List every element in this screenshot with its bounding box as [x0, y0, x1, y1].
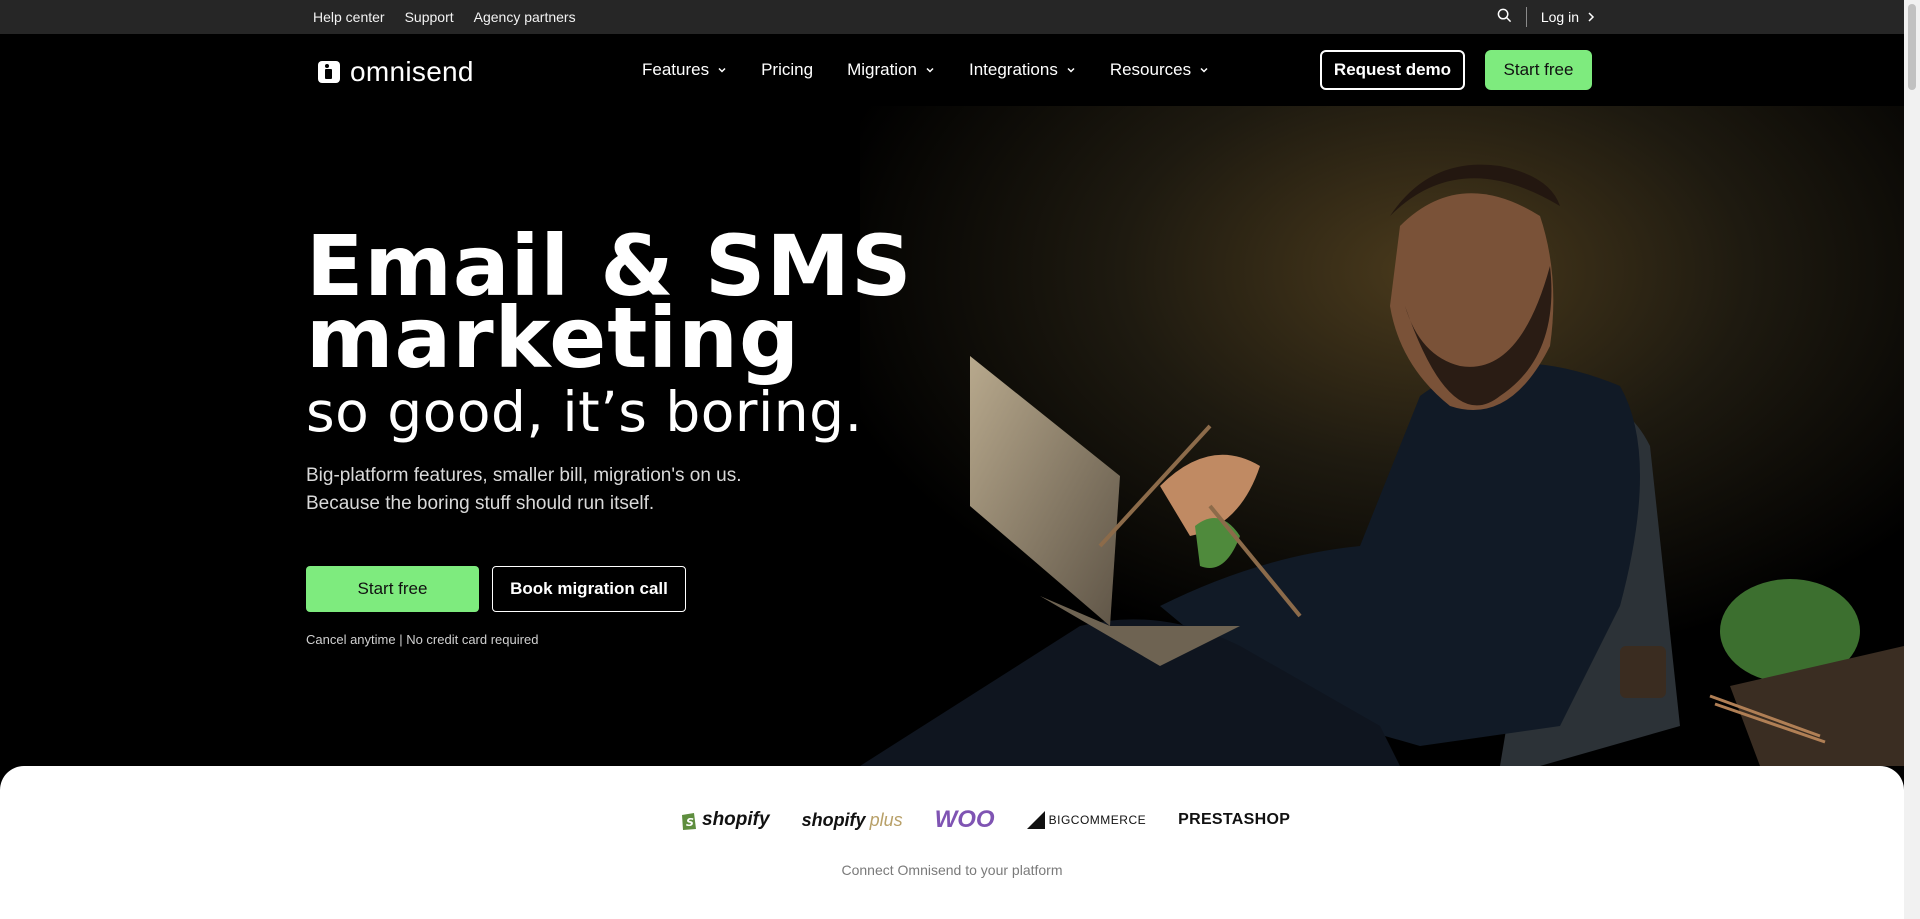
hero-subheadline: so good, it’s boring. — [306, 380, 863, 444]
request-demo-button[interactable]: Request demo — [1320, 50, 1465, 90]
nav-label: Integrations — [968, 60, 1058, 79]
login-label: Log in — [1540, 9, 1579, 25]
chevron-down-icon — [718, 67, 726, 73]
description-line-1: Big-platform features, smaller bill, mig… — [306, 465, 742, 486]
chevron-down-icon — [1067, 67, 1075, 73]
nav-item-features[interactable]: Features — [642, 60, 727, 80]
hero-headline: Email & SMS marketing — [306, 224, 913, 380]
nav-menu: Features Pricing Migration Integrations … — [642, 34, 1209, 106]
shopify-bag-icon: S — [682, 813, 696, 830]
hero-photo-man-knitting — [860, 106, 1904, 766]
omnisend-logo-icon — [318, 61, 340, 83]
platform-logos: S shopify shopify plus WOO BIGCOMMERCE PR… — [680, 806, 1290, 834]
shopify-plus-logo: shopify plus — [802, 810, 903, 831]
cta-note: Cancel anytime | No credit card required — [306, 632, 539, 647]
nav-label: Features — [642, 60, 710, 79]
utility-bar: Help center Support Agency partners Log … — [0, 0, 1904, 34]
hero-description: Big-platform features, smaller bill, mig… — [306, 462, 826, 518]
divider — [1525, 7, 1527, 27]
platforms-section: S shopify shopify plus WOO BIGCOMMERCE PR… — [0, 766, 1904, 919]
prestashop-logo: PRESTASHOP — [1178, 811, 1291, 828]
nav-item-integrations[interactable]: Integrations — [969, 60, 1076, 80]
brand-name: omnisend — [350, 56, 474, 87]
utility-links: Help center Support Agency partners — [313, 0, 576, 34]
book-migration-call-button[interactable]: Book migration call — [492, 566, 686, 612]
nav-label: Resources — [1109, 60, 1192, 79]
nav-item-pricing[interactable]: Pricing — [761, 60, 813, 80]
help-center-link[interactable]: Help center — [313, 9, 385, 25]
chevron-down-icon — [1200, 67, 1208, 73]
start-free-button[interactable]: Start free — [306, 566, 479, 612]
bigcommerce-icon — [1026, 811, 1045, 829]
omnisend-logo[interactable]: omnisend — [318, 56, 474, 88]
shopify-logo: S shopify — [680, 809, 770, 831]
shopify-logo-text: shopify — [702, 809, 770, 830]
plus-text: plus — [869, 809, 903, 830]
nav-label: Pricing — [761, 60, 814, 79]
page-scrollbar[interactable] — [1904, 0, 1920, 919]
nav-label: Migration — [847, 60, 917, 79]
chevron-right-icon — [1588, 12, 1595, 22]
main-nav: omnisend Features Pricing Migration Inte… — [0, 34, 1904, 106]
agency-partners-link[interactable]: Agency partners — [474, 9, 576, 25]
bigcommerce-text: BIGCOMMERCE — [1048, 813, 1147, 827]
utility-right: Log in — [1497, 0, 1595, 34]
platforms-caption: Connect Omnisend to your platform — [841, 862, 1063, 878]
chevron-down-icon — [926, 67, 934, 73]
start-free-nav-button[interactable]: Start free — [1485, 50, 1592, 90]
scrollbar-thumb[interactable] — [1908, 4, 1916, 90]
description-line-2: Because the boring stuff should run itse… — [306, 493, 655, 514]
shopify-plus-text: shopify — [801, 809, 866, 830]
nav-item-migration[interactable]: Migration — [847, 60, 935, 80]
bigcommerce-logo: BIGCOMMERCE — [1026, 811, 1147, 829]
nav-item-resources[interactable]: Resources — [1110, 60, 1209, 80]
support-link[interactable]: Support — [405, 9, 454, 25]
login-link[interactable]: Log in — [1541, 9, 1595, 25]
woo-logo: WOO — [934, 806, 995, 833]
search-icon[interactable] — [1497, 8, 1512, 26]
svg-text:S: S — [686, 816, 694, 829]
